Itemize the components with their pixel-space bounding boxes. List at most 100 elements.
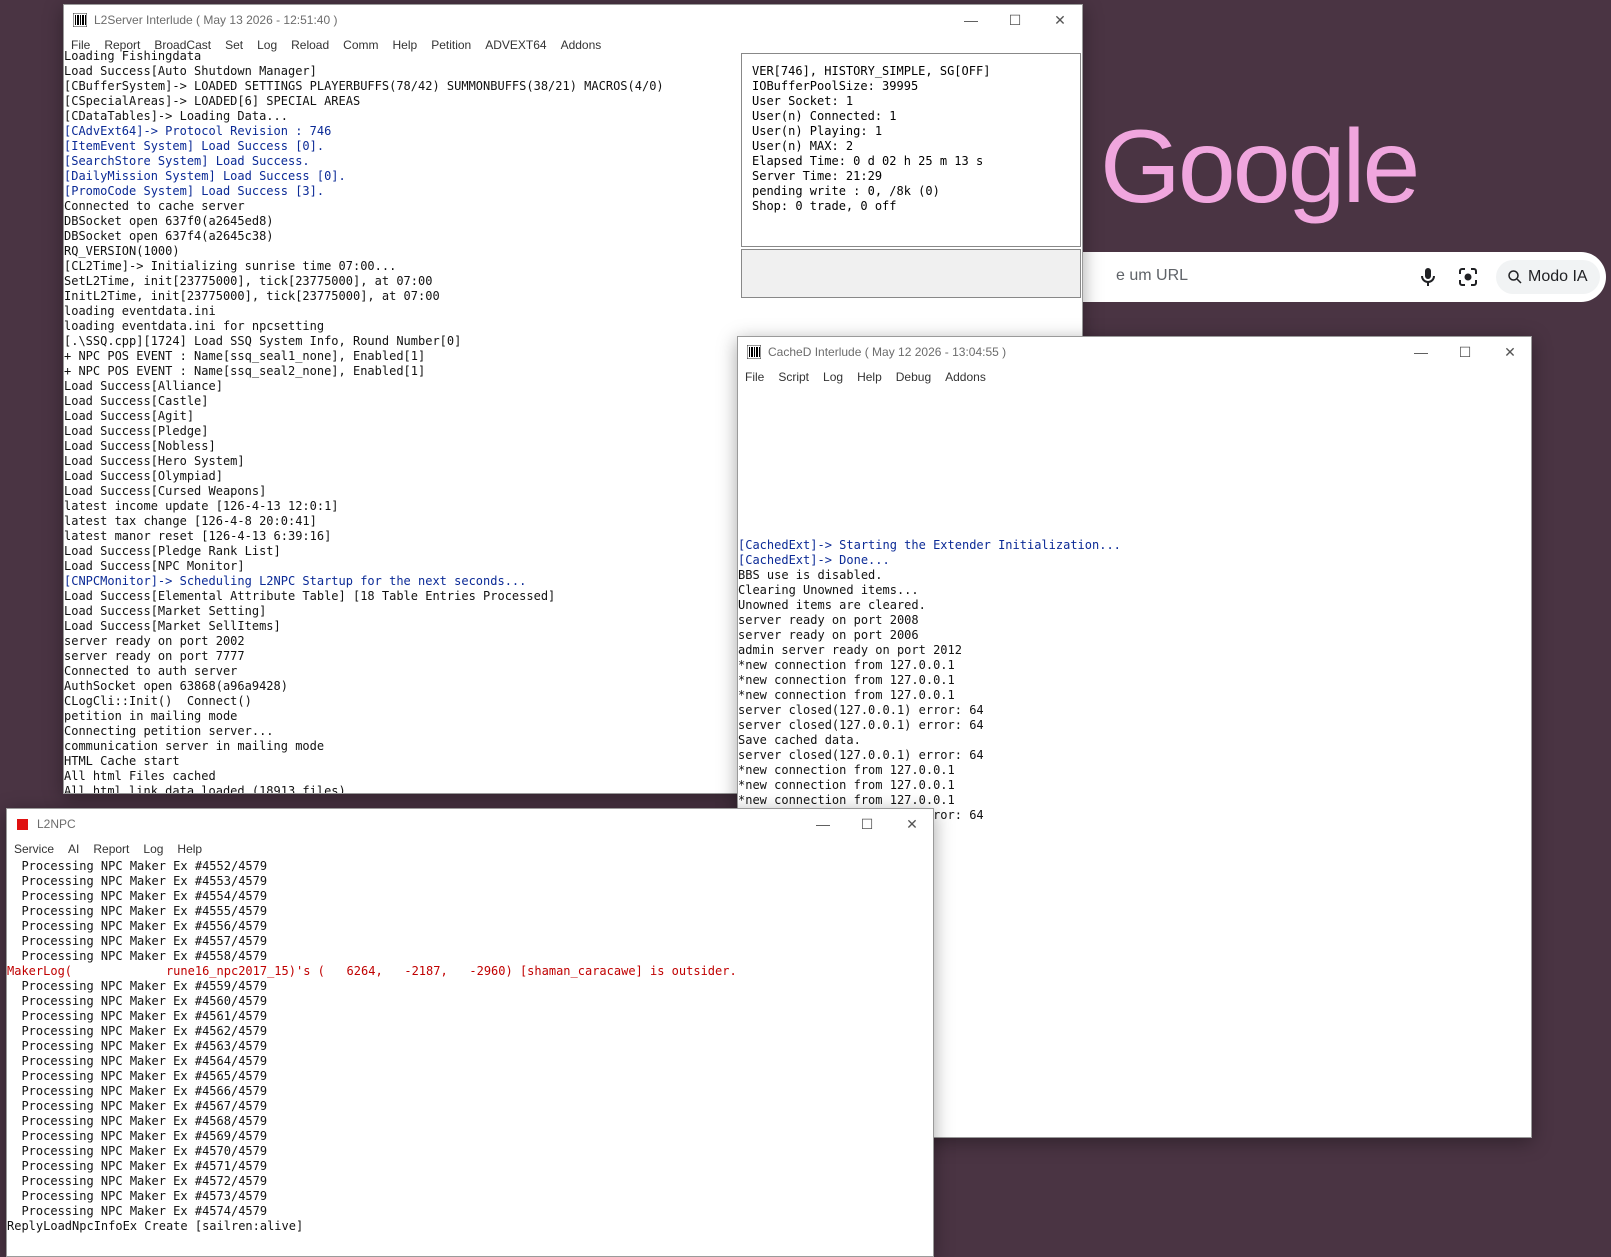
log-line: Processing NPC Maker Ex #4554/4579 <box>7 889 268 903</box>
status-line: User(n) Connected: 1 <box>752 109 897 123</box>
log-line: communication server in mailing mode <box>64 739 325 753</box>
maximize-button[interactable]: ☐ <box>1442 337 1488 367</box>
log-line: Processing NPC Maker Ex #4571/4579 <box>7 1159 268 1173</box>
log-line: server ready on port 2008 <box>738 613 919 627</box>
google-lens-icon[interactable] <box>1456 265 1480 289</box>
log-line: [PromoCode System] Load Success [3]. <box>64 184 325 198</box>
log-line: Loading Fishingdata <box>64 49 202 63</box>
log-line: RQ_VERSION(1000) <box>64 244 180 258</box>
menu-item-script[interactable]: Script <box>771 370 816 384</box>
command-panel[interactable] <box>741 249 1081 298</box>
log-line: Processing NPC Maker Ex #4556/4579 <box>7 919 268 933</box>
log-line: server closed(127.0.0.1) error: 64 <box>738 718 984 732</box>
menu-item-report[interactable]: Report <box>86 842 136 856</box>
log-line: [.\SSQ.cpp][1724] Load SSQ System Info, … <box>64 334 462 348</box>
barcode-app-icon <box>73 13 87 27</box>
log-line: Load Success[Cursed Weapons] <box>64 484 267 498</box>
log-line: loading eventdata.ini for npcsetting <box>64 319 325 333</box>
ai-search-icon <box>1508 270 1522 284</box>
mode-ia-button[interactable]: Modo IA <box>1496 260 1600 294</box>
menu-item-ai[interactable]: AI <box>61 842 86 856</box>
close-button[interactable]: ✕ <box>1487 337 1531 367</box>
close-button[interactable]: ✕ <box>889 809 933 839</box>
log-line: *new connection from 127.0.0.1 <box>738 763 955 777</box>
menu-item-help[interactable]: Help <box>850 370 889 384</box>
log-line: Processing NPC Maker Ex #4570/4579 <box>7 1144 268 1158</box>
menu-item-help[interactable]: Help <box>170 842 209 856</box>
log-line: + NPC POS EVENT : Name[ssq_seal1_none], … <box>64 349 426 363</box>
log-line: Processing NPC Maker Ex #4568/4579 <box>7 1114 268 1128</box>
log-line: server ready on port 2002 <box>64 634 245 648</box>
log-line: Processing NPC Maker Ex #4566/4579 <box>7 1084 268 1098</box>
log-line: Connecting petition server... <box>64 724 274 738</box>
status-panel: VER[746], HISTORY_SIMPLE, SG[OFF] IOBuffe… <box>741 53 1081 247</box>
microphone-icon[interactable] <box>1416 265 1440 289</box>
log-line: AuthSocket open 63868(a96a9428) <box>64 679 288 693</box>
log-line: Processing NPC Maker Ex #4555/4579 <box>7 904 268 918</box>
maximize-button[interactable]: ☐ <box>844 809 890 839</box>
log-line: *new connection from 127.0.0.1 <box>738 688 955 702</box>
log-line: Load Success[Elemental Attribute Table] … <box>64 589 556 603</box>
log-line: Load Success[Auto Shutdown Manager] <box>64 64 317 78</box>
log-line: DBSocket open 637f0(a2645ed8) <box>64 214 274 228</box>
log-line: DBSocket open 637f4(a2645c38) <box>64 229 274 243</box>
log-line: latest tax change [126-4-8 20:0:41] <box>64 514 317 528</box>
log-line: Save cached data. <box>738 733 861 747</box>
log-line: server ready on port 7777 <box>64 649 245 663</box>
log-line: latest manor reset [126-4-13 6:39:16] <box>64 529 332 543</box>
log-line: petition in mailing mode <box>64 709 238 723</box>
status-line: Shop: 0 trade, 0 off <box>752 199 897 213</box>
log-line: Processing NPC Maker Ex #4565/4579 <box>7 1069 268 1083</box>
menu-item-debug[interactable]: Debug <box>889 370 938 384</box>
log-line: All html Files cached <box>64 769 216 783</box>
titlebar[interactable]: L2NPC — ☐ ✕ <box>7 809 933 839</box>
log-line: Load Success[Hero System] <box>64 454 245 468</box>
log-line: Processing NPC Maker Ex #4553/4579 <box>7 874 268 888</box>
menu-item-log[interactable]: Log <box>816 370 850 384</box>
minimize-button[interactable]: — <box>1398 337 1444 367</box>
log-line: Unowned items are cleared. <box>738 598 926 612</box>
status-line: User(n) MAX: 2 <box>752 139 854 153</box>
log-line: [CSpecialAreas]-> LOADED[6] SPECIAL AREA… <box>64 94 361 108</box>
status-line: User(n) Playing: 1 <box>752 124 883 138</box>
log-line: [CBufferSystem]-> LOADED SETTINGS PLAYER… <box>64 79 664 93</box>
menu-item-service[interactable]: Service <box>7 842 61 856</box>
google-logo: Google <box>1100 109 1420 225</box>
log-line: *new connection from 127.0.0.1 <box>738 658 955 672</box>
menu-item-addons[interactable]: Addons <box>938 370 993 384</box>
log-line: Processing NPC Maker Ex #4557/4579 <box>7 934 268 948</box>
menu-item-log[interactable]: Log <box>136 842 170 856</box>
minimize-button[interactable]: — <box>948 5 994 35</box>
log-line: Processing NPC Maker Ex #4567/4579 <box>7 1099 268 1113</box>
log-line: *new connection from 127.0.0.1 <box>738 793 955 807</box>
log-line: Processing NPC Maker Ex #4574/4579 <box>7 1204 268 1218</box>
log-line: admin server ready on port 2012 <box>738 643 962 657</box>
window-title: L2Server Interlude ( May 13 2026 - 12:51… <box>94 13 338 27</box>
search-input[interactable]: e um URL <box>1116 267 1188 285</box>
log-line: server closed(127.0.0.1) error: 64 <box>738 748 984 762</box>
log-line: Connected to auth server <box>64 664 238 678</box>
log-line: Processing NPC Maker Ex #4564/4579 <box>7 1054 268 1068</box>
log-line: [CachedExt]-> Starting the Extender Init… <box>738 538 1121 552</box>
log-line: Load Success[Nobless] <box>64 439 216 453</box>
close-button[interactable]: ✕ <box>1037 5 1082 35</box>
log-line: [DailyMission System] Load Success [0]. <box>64 169 346 183</box>
titlebar[interactable]: L2Server Interlude ( May 13 2026 - 12:51… <box>64 5 1082 35</box>
log-line: Processing NPC Maker Ex #4559/4579 <box>7 979 268 993</box>
google-search-box[interactable]: e um URL Modo IA <box>1040 252 1606 302</box>
npc-log: Processing NPC Maker Ex #4552/4579 Proce… <box>7 859 933 1256</box>
log-line: InitL2Time, init[23775000], tick[2377500… <box>64 289 440 303</box>
status-line: IOBufferPoolSize: 39995 <box>752 79 919 93</box>
log-line: Load Success[NPC Monitor] <box>64 559 245 573</box>
log-line: Processing NPC Maker Ex #4572/4579 <box>7 1174 268 1188</box>
maximize-button[interactable]: ☐ <box>992 5 1038 35</box>
minimize-button[interactable]: — <box>800 809 846 839</box>
log-line: Load Success[Pledge Rank List] <box>64 544 281 558</box>
log-line: [ItemEvent System] Load Success [0]. <box>64 139 325 153</box>
log-line: [CDataTables]-> Loading Data... <box>64 109 288 123</box>
titlebar[interactable]: CacheD Interlude ( May 12 2026 - 13:04:5… <box>738 337 1531 367</box>
log-line: [CNPCMonitor]-> Scheduling L2NPC Startup… <box>64 574 527 588</box>
log-line: Load Success[Olympiad] <box>64 469 223 483</box>
menu-item-file[interactable]: File <box>738 370 771 384</box>
log-line: Processing NPC Maker Ex #4552/4579 <box>7 859 268 873</box>
